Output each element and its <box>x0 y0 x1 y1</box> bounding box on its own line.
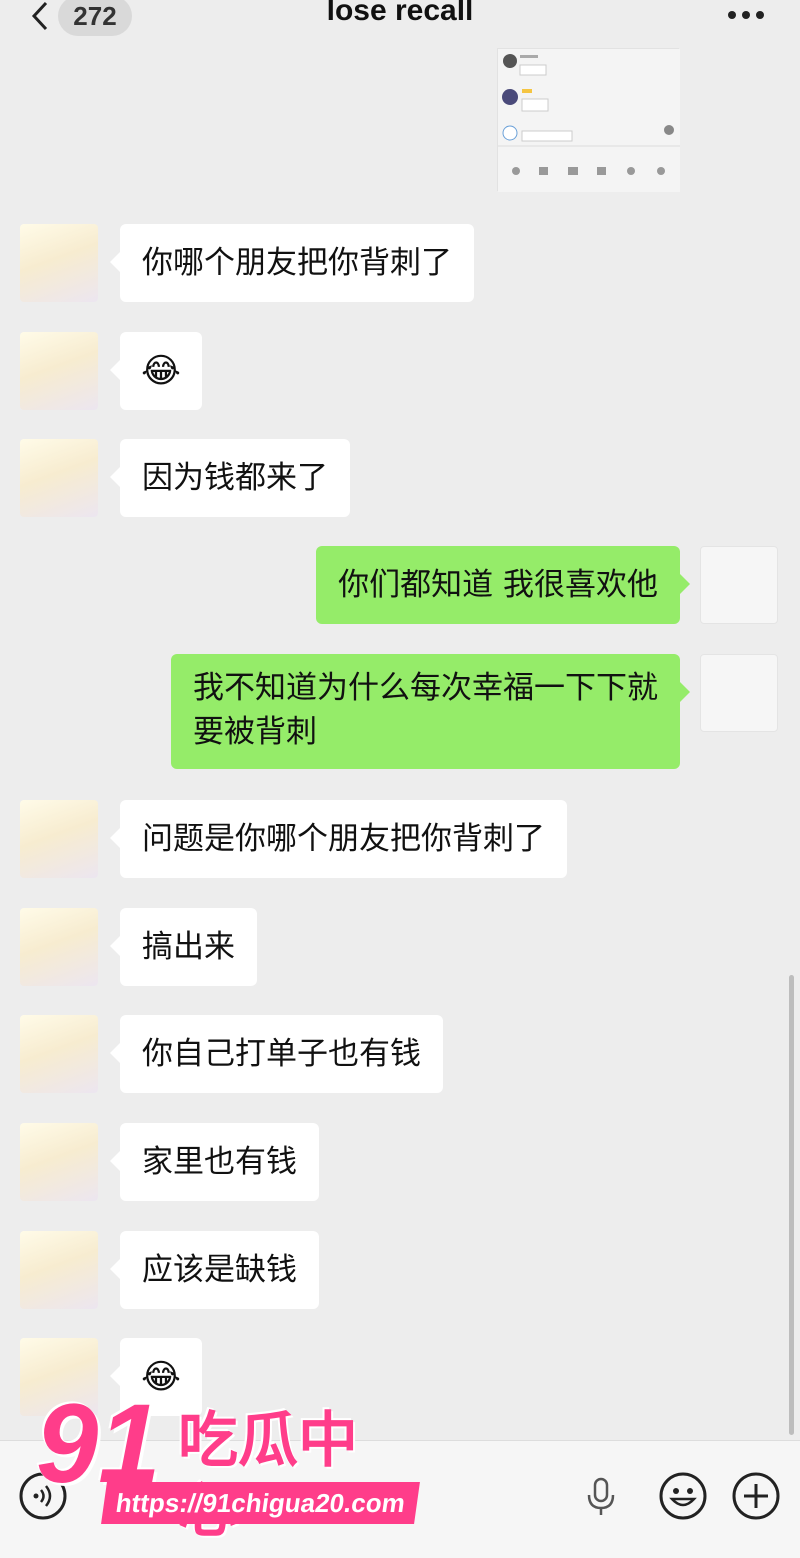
voice-toggle-icon[interactable] <box>18 1471 68 1521</box>
outgoing-message-bubble[interactable]: 我不知道为什么每次幸福一下下就 要被背刺 <box>171 654 690 769</box>
incoming-message-bubble[interactable]: 你哪个朋友把你背刺了 <box>110 224 474 302</box>
contact-avatar[interactable] <box>20 908 98 986</box>
contact-avatar[interactable] <box>20 1338 98 1416</box>
more-dots-icon[interactable] <box>726 10 766 20</box>
incoming-message-bubble[interactable]: 问题是你哪个朋友把你背刺了 <box>110 800 567 878</box>
contact-avatar[interactable] <box>20 332 98 410</box>
scrollbar[interactable] <box>789 975 794 1435</box>
incoming-message-bubble[interactable]: 应该是缺钱 <box>110 1231 319 1309</box>
emoji-icon[interactable] <box>658 1471 708 1521</box>
plus-icon[interactable] <box>731 1471 781 1521</box>
chat-title: lose recall <box>326 0 474 27</box>
incoming-message-bubble[interactable]: 搞出来 <box>110 908 257 986</box>
my-avatar[interactable] <box>700 546 778 624</box>
back-chevron-icon[interactable] <box>26 0 54 32</box>
incoming-emoji-bubble[interactable]: 😂 <box>110 1338 202 1416</box>
chat-header: 272 lose recall <box>0 0 800 36</box>
contact-avatar[interactable] <box>20 1231 98 1309</box>
outgoing-message-bubble[interactable]: 你们都知道 我很喜欢他 <box>316 546 690 624</box>
unread-count-badge[interactable]: 272 <box>58 0 132 36</box>
contact-avatar[interactable] <box>20 1123 98 1201</box>
contact-avatar[interactable] <box>20 1015 98 1093</box>
incoming-message-bubble[interactable]: 因为钱都来了 <box>110 439 350 517</box>
contact-avatar[interactable] <box>20 439 98 517</box>
shared-screenshot-image[interactable] <box>497 48 680 192</box>
contact-avatar[interactable] <box>20 800 98 878</box>
input-bar <box>0 1440 800 1558</box>
contact-avatar[interactable] <box>20 224 98 302</box>
message-line: 要被背刺 <box>193 714 317 750</box>
microphone-icon[interactable] <box>576 1471 626 1521</box>
my-avatar[interactable] <box>700 654 778 732</box>
incoming-message-bubble[interactable]: 你自己打单子也有钱 <box>110 1015 443 1093</box>
incoming-emoji-bubble[interactable]: 😂 <box>110 332 202 410</box>
incoming-message-bubble[interactable]: 家里也有钱 <box>110 1123 319 1201</box>
message-line: 我不知道为什么每次幸福一下下就 <box>193 670 658 706</box>
